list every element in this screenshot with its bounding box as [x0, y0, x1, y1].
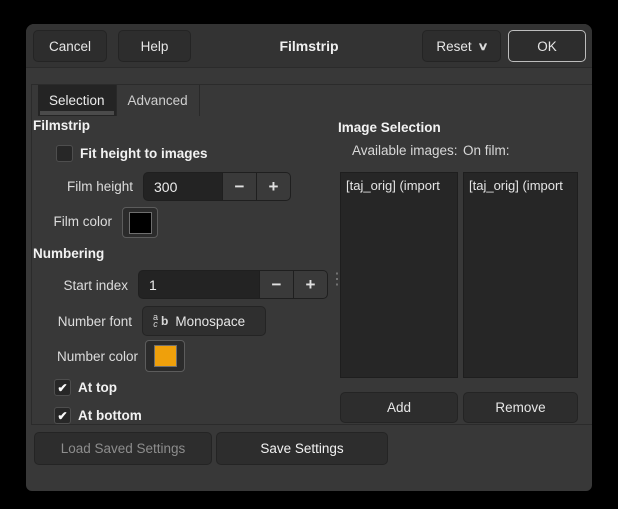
filmstrip-section-header: Filmstrip [33, 118, 90, 133]
load-saved-settings-button[interactable]: Load Saved Settings [34, 432, 212, 465]
tab-selection-label: Selection [49, 93, 105, 108]
active-tab-indicator [40, 111, 114, 115]
start-index-input[interactable] [139, 271, 259, 298]
at-bottom-label: At bottom [78, 408, 142, 423]
minus-icon: − [272, 275, 282, 295]
film-color-label: Film color [26, 214, 112, 229]
chevron-down-icon: ∨ [477, 40, 488, 53]
at-bottom-row: ✔ At bottom [54, 407, 142, 424]
number-color-swatch [154, 345, 177, 367]
film-height-decrease-button[interactable]: − [222, 173, 256, 200]
available-images-list[interactable]: [taj_orig] (import [340, 172, 458, 378]
at-bottom-checkbox[interactable]: ✔ [54, 407, 71, 424]
help-button[interactable]: Help [118, 30, 191, 62]
list-item[interactable]: [taj_orig] (import [464, 173, 577, 198]
available-images-label: Available images: [352, 143, 458, 158]
at-top-label: At top [78, 380, 117, 395]
add-button[interactable]: Add [340, 392, 458, 423]
pane-splitter-handle[interactable]: ⋮ [329, 268, 339, 294]
font-icon: a c [153, 314, 158, 328]
plus-icon: + [269, 177, 279, 197]
on-film-list[interactable]: [taj_orig] (import [463, 172, 578, 378]
number-font-button[interactable]: a c b Monospace [142, 306, 266, 336]
film-color-swatch-button[interactable] [122, 207, 158, 238]
check-icon: ✔ [57, 381, 67, 395]
font-icon-b: b [161, 314, 168, 328]
image-selection-header: Image Selection [338, 120, 441, 135]
cancel-button[interactable]: Cancel [33, 30, 107, 62]
at-top-checkbox[interactable]: ✔ [54, 379, 71, 396]
on-film-label: On film: [463, 143, 510, 158]
tab-advanced-label: Advanced [128, 93, 188, 108]
film-height-input[interactable] [144, 173, 222, 200]
number-font-label: Number font [26, 314, 132, 329]
number-color-label: Number color [26, 349, 138, 364]
tab-strip: Selection Advanced [32, 85, 592, 116]
fit-height-row: Fit height to images [56, 145, 208, 162]
remove-button[interactable]: Remove [463, 392, 578, 423]
reset-label: Reset [436, 39, 471, 54]
fit-height-label: Fit height to images [80, 146, 208, 161]
minus-icon: − [235, 177, 245, 197]
save-settings-button[interactable]: Save Settings [216, 432, 388, 465]
plus-icon: + [306, 275, 316, 295]
film-height-increase-button[interactable]: + [256, 173, 290, 200]
at-top-row: ✔ At top [54, 379, 117, 396]
film-color-swatch [129, 212, 152, 234]
number-font-value: Monospace [175, 314, 245, 329]
start-index-decrease-button[interactable]: − [259, 271, 293, 298]
ok-button[interactable]: OK [508, 30, 586, 62]
start-index-spinner: − + [138, 270, 328, 299]
tab-advanced[interactable]: Advanced [117, 85, 200, 116]
fit-height-checkbox[interactable] [56, 145, 73, 162]
check-icon: ✔ [57, 409, 67, 423]
desktop-background: Cancel Help Filmstrip Reset ∨ OK Selecti… [0, 0, 618, 509]
titlebar: Cancel Help Filmstrip Reset ∨ OK [26, 24, 592, 68]
reset-button[interactable]: Reset ∨ [422, 30, 501, 62]
numbering-section-header: Numbering [33, 246, 104, 261]
tab-selection[interactable]: Selection [38, 85, 117, 116]
film-height-spinner: − + [143, 172, 291, 201]
start-index-label: Start index [26, 278, 128, 293]
filmstrip-dialog: Cancel Help Filmstrip Reset ∨ OK Selecti… [26, 24, 592, 491]
start-index-increase-button[interactable]: + [293, 271, 327, 298]
list-item[interactable]: [taj_orig] (import [341, 173, 457, 198]
film-height-label: Film height [26, 179, 133, 194]
number-color-swatch-button[interactable] [145, 340, 185, 372]
